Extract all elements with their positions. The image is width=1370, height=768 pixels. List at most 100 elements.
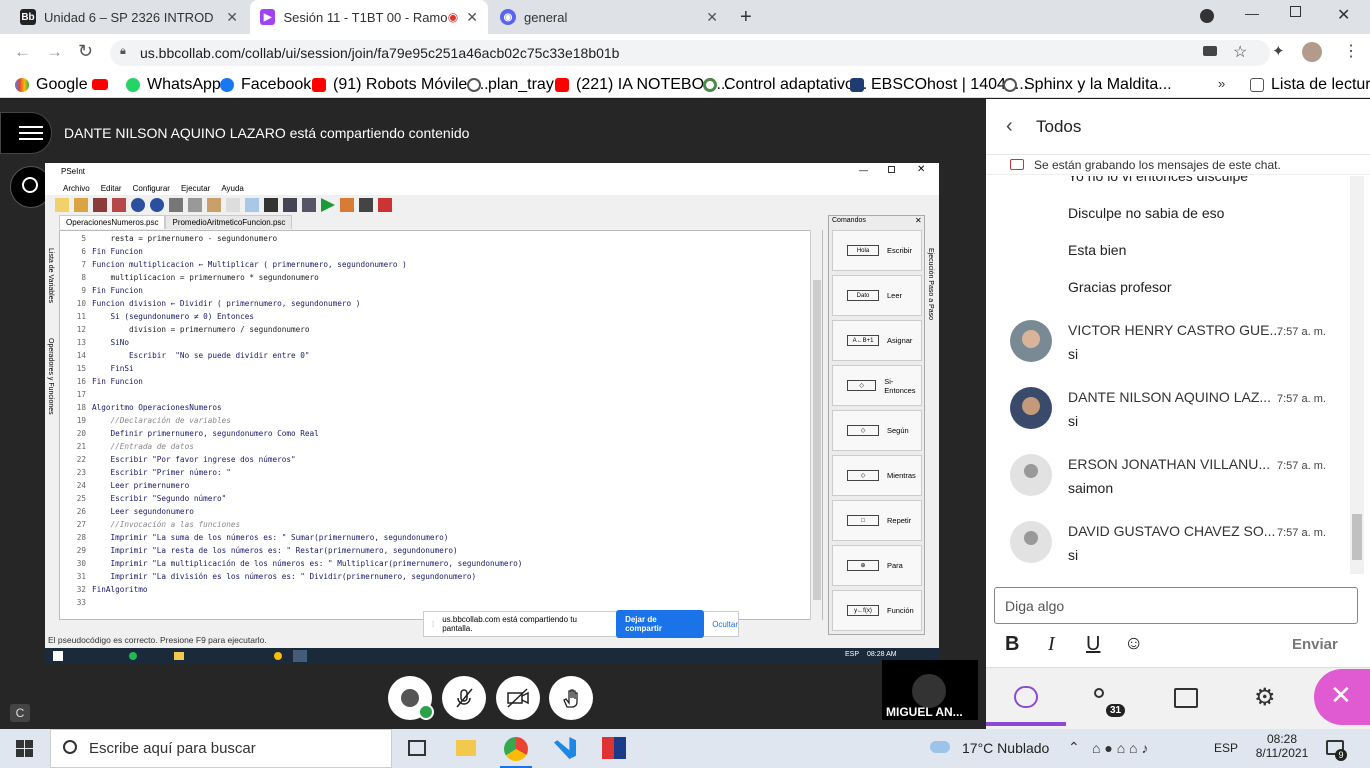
reading-list[interactable]: Lista de lectura xyxy=(1250,76,1370,94)
participants-button[interactable]: 31 xyxy=(1094,686,1126,717)
task-view-icon[interactable] xyxy=(408,740,426,756)
stop-sharing-button[interactable]: Dejar de compartir xyxy=(616,610,705,638)
menu-configurar[interactable]: Configurar xyxy=(133,184,170,193)
menu-archivo[interactable]: Archivo xyxy=(63,184,90,193)
language-indicator[interactable]: ESP xyxy=(1214,741,1238,755)
undo-icon[interactable] xyxy=(131,198,145,212)
cut-icon[interactable] xyxy=(169,198,183,212)
redo-icon[interactable] xyxy=(150,198,164,212)
windows-icon[interactable] xyxy=(53,651,63,661)
close-window-icon[interactable]: ✕ xyxy=(1337,5,1350,25)
close-icon[interactable]: ✕ xyxy=(917,164,925,175)
clock[interactable]: 08:28 8/11/2021 xyxy=(1254,732,1310,760)
close-tab-icon[interactable]: ✕ xyxy=(466,9,478,26)
chrome-icon[interactable] xyxy=(274,652,282,660)
run-icon[interactable] xyxy=(321,198,335,212)
command-7[interactable]: □ Repetir xyxy=(832,500,922,541)
command-5[interactable]: ◇ Según xyxy=(832,410,922,451)
spotify-icon[interactable] xyxy=(129,652,137,660)
minimize-icon[interactable]: — xyxy=(1245,5,1259,21)
close-tab-icon[interactable]: ✕ xyxy=(226,9,238,26)
browser-tab-3[interactable]: ◉ general ✕ xyxy=(490,0,728,34)
taskbar-search[interactable]: Escribe aquí para buscar xyxy=(50,729,392,768)
bookmark-whatsapp[interactable]: WhatsApp xyxy=(126,76,221,94)
indent-icon[interactable] xyxy=(226,198,240,212)
find-icon[interactable] xyxy=(245,198,259,212)
underline-button[interactable]: U xyxy=(1086,633,1100,656)
close-panel-button[interactable]: ✕ xyxy=(1314,669,1370,725)
restore-icon[interactable] xyxy=(888,166,895,173)
back-chevron-icon[interactable]: ‹ xyxy=(1006,115,1013,138)
bold-button[interactable]: B xyxy=(1005,633,1019,656)
browser-tab-1[interactable]: Bb Unidad 6 – SP 2326 INTRODUCC ✕ xyxy=(10,0,248,34)
command-8[interactable]: ⊕ Para xyxy=(832,545,922,586)
scrollbar-thumb[interactable] xyxy=(1352,514,1362,560)
file-tab-promedio[interactable]: PromedioAritmeticoFuncion.psc xyxy=(165,215,293,229)
weather-icon[interactable] xyxy=(930,741,950,753)
command-6[interactable]: ◇ Mientras xyxy=(832,455,922,496)
paste-icon[interactable] xyxy=(207,198,221,212)
share-content-icon[interactable] xyxy=(1174,688,1198,708)
editor-scrollbar[interactable] xyxy=(810,230,822,620)
code-editor[interactable]: 5 resta = primernumero - segundonumero 6 F… xyxy=(59,230,823,620)
pseint-task-icon[interactable] xyxy=(293,650,307,662)
command-1[interactable]: Hola Escribir xyxy=(832,230,922,271)
avatar[interactable] xyxy=(1302,42,1322,62)
debug-icon[interactable] xyxy=(264,198,278,212)
bookmark-plan-tray[interactable]: plan_tray xyxy=(467,76,554,94)
scrollbar-thumb[interactable] xyxy=(813,280,821,600)
browser-tab-2[interactable]: ▶ Sesión 11 - T1BT 00 - Ramos ◉ ✕ xyxy=(250,0,488,34)
italic-button[interactable]: I xyxy=(1048,633,1055,656)
file-tab-operaciones[interactable]: OperacionesNumeros.psc xyxy=(59,215,166,229)
chat-icon[interactable] xyxy=(1014,686,1038,708)
extensions-icon[interactable]: ✦ xyxy=(1272,42,1285,60)
settings-gear-icon[interactable]: ⚙ xyxy=(1254,683,1276,712)
profile-menu-icon[interactable] xyxy=(1200,9,1214,23)
bookmark-star-icon[interactable]: ☆ xyxy=(1233,42,1247,62)
command-9[interactable]: y←f(x) Función xyxy=(832,590,922,631)
reload-icon[interactable]: ↻ xyxy=(78,41,93,62)
close-icon[interactable]: ✕ xyxy=(915,216,922,225)
pseint-icon[interactable] xyxy=(602,737,626,759)
menu-editar[interactable]: Editar xyxy=(101,184,122,193)
restore-icon[interactable] xyxy=(1290,6,1301,17)
chat-input[interactable]: Diga algo xyxy=(994,587,1358,624)
send-button[interactable]: Enviar xyxy=(1292,636,1338,653)
menu-ayuda[interactable]: Ayuda xyxy=(221,184,244,193)
forward-icon[interactable]: → xyxy=(46,42,63,62)
new-file-icon[interactable] xyxy=(55,198,69,212)
save-icon[interactable] xyxy=(93,198,107,212)
hide-button[interactable]: Ocultar xyxy=(712,620,738,629)
command-3[interactable]: A←B+1 Asignar xyxy=(832,320,922,361)
bookmark-sphinx[interactable]: Sphinx y la Maldita... xyxy=(1003,76,1172,94)
bookmark-facebook[interactable]: Facebook xyxy=(220,76,311,94)
back-icon[interactable]: ← xyxy=(14,42,31,62)
variables-list-tab[interactable]: Lista de Variables xyxy=(47,248,54,303)
close-tab-icon[interactable]: ✕ xyxy=(706,9,718,26)
windows-start-icon[interactable] xyxy=(16,740,33,757)
tray-chevron-icon[interactable]: ⌃ xyxy=(1068,739,1080,756)
file-explorer-icon[interactable] xyxy=(456,740,476,756)
bookmark-control[interactable]: Control adaptativo... xyxy=(703,76,867,94)
weather-text[interactable]: 17°C Nublado xyxy=(962,740,1049,756)
camera-button[interactable] xyxy=(496,676,540,720)
step-execution-tab[interactable]: Ejecución Paso a Paso xyxy=(927,248,934,320)
diagram-icon[interactable] xyxy=(359,198,373,212)
captions-button[interactable]: C xyxy=(10,704,30,722)
microphone-button[interactable] xyxy=(442,676,486,720)
operators-tab[interactable]: Operadores y Funciones xyxy=(47,338,54,415)
address-bar[interactable]: 🔒︎ us.bbcollab.com/collab/ui/session/joi… xyxy=(110,40,1270,66)
open-file-icon[interactable] xyxy=(74,198,88,212)
command-4[interactable]: ◇ Si-Entonces xyxy=(832,365,922,406)
step-icon[interactable] xyxy=(283,198,297,212)
session-menu-button[interactable] xyxy=(0,112,52,154)
my-status-button[interactable] xyxy=(388,676,434,720)
step-by-step-icon[interactable] xyxy=(340,198,354,212)
flow-icon[interactable] xyxy=(302,198,316,212)
drag-handle-icon[interactable]: ⁞ xyxy=(432,620,434,629)
tray-icons[interactable]: ⌂ ● ⌂ ⌂ ♪ xyxy=(1092,740,1148,756)
copy-icon[interactable] xyxy=(188,198,202,212)
camera-icon[interactable] xyxy=(1203,46,1217,56)
new-tab-button[interactable]: + xyxy=(740,6,752,29)
notifications-icon[interactable]: 9 xyxy=(1326,740,1347,761)
